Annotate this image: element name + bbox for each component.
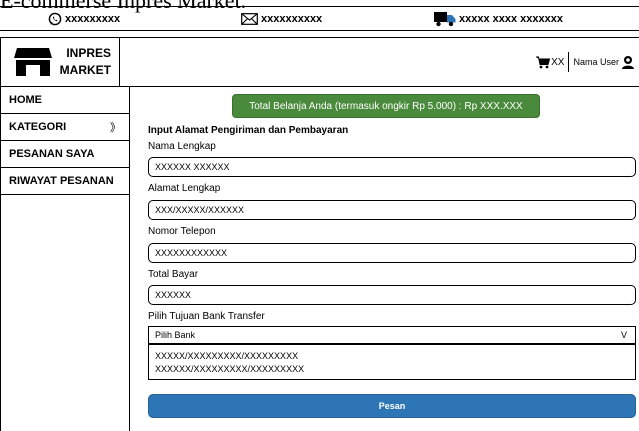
username[interactable]: Nama User — [573, 57, 619, 67]
divider — [568, 52, 570, 72]
store-icon — [14, 48, 52, 76]
field-label-alamat: Alamat Lengkap — [148, 183, 221, 194]
alamat-lengkap-input[interactable]: XXX/XXXXX/XXXXXX — [148, 200, 636, 220]
bank-select-value: Pilih Bank — [155, 330, 196, 340]
email-text: xxxxxxxxxx — [261, 12, 323, 25]
logo-text: INPRES MARKET — [59, 45, 111, 79]
logo[interactable]: INPRES MARKET — [0, 38, 120, 86]
bank-option[interactable]: XXXXXX/XXXXXXXXX/XXXXXXXXX — [155, 363, 635, 376]
sidebar-item-label: PESANAN SAYA — [9, 148, 95, 160]
field-label-total: Total Bayar — [148, 269, 199, 280]
contact-bar: xxxxxxxxx xxxxxxxxxx xxxxx xxxx xxxxxxx — [0, 6, 639, 31]
logo-line1: INPRES — [66, 46, 111, 60]
sidebar-item-label: HOME — [9, 94, 42, 106]
envelope-icon — [241, 12, 258, 25]
sidebar-item-riwayat-pesanan[interactable]: RIWAYAT PESANAN — [1, 168, 129, 195]
form-title: Input Alamat Pengiriman dan Pembayaran — [148, 125, 349, 136]
field-label-bank: Pilih Tujuan Bank Transfer — [148, 311, 265, 322]
bank-select[interactable]: Pilih Bank V — [148, 326, 636, 344]
input-value: XXXXXX — [155, 290, 192, 300]
input-value: XXXXXX XXXXXX — [155, 162, 230, 172]
user-icon[interactable] — [621, 55, 635, 69]
nama-lengkap-input[interactable]: XXXXXX XXXXXX — [148, 157, 636, 177]
whatsapp-icon — [48, 12, 62, 25]
total-banner: Total Belanja Anda (termasuk ongkir Rp 5… — [232, 94, 540, 118]
bank-option[interactable]: XXXXX/XXXXXXXXX/XXXXXXXXX — [155, 350, 635, 363]
sidebar-item-kategori[interactable]: KATEGORI 》 — [1, 114, 129, 141]
bank-options-list: XXXXX/XXXXXXXXX/XXXXXXXXX XXXXXX/XXXXXXX… — [148, 344, 636, 380]
nomor-telepon-input[interactable]: XXXXXXXXXXXX — [148, 243, 636, 263]
truck-icon — [434, 11, 456, 26]
site-header: INPRES MARKET XX Nama User — [0, 37, 639, 87]
cart-icon[interactable] — [536, 56, 551, 69]
phone-text: xxxxxxxxx — [65, 12, 121, 25]
address-contact: xxxxx xxxx xxxxxxx — [434, 7, 563, 30]
cart-count: XX — [551, 56, 565, 68]
field-label-telepon: Nomor Telepon — [148, 226, 216, 237]
field-label-nama: Nama Lengkap — [148, 141, 216, 152]
logo-line2: MARKET — [59, 63, 111, 77]
user-area: XX Nama User — [536, 52, 635, 72]
pesan-button[interactable]: Pesan — [148, 394, 636, 418]
input-value: XXX/XXXXX/XXXXXX — [155, 205, 245, 215]
input-value: XXXXXXXXXXXX — [155, 248, 228, 258]
phone-contact: xxxxxxxxx — [48, 7, 120, 30]
chevron-down-icon: V — [620, 330, 627, 340]
sidebar-item-label: RIWAYAT PESANAN — [9, 175, 114, 187]
email-contact: xxxxxxxxxx — [241, 7, 322, 30]
total-bayar-input[interactable]: XXXXXX — [148, 285, 636, 305]
sidebar-item-label: KATEGORI — [9, 121, 67, 133]
address-text: xxxxx xxxx xxxxxxx — [459, 12, 563, 25]
sidebar-nav: HOME KATEGORI 》 PESANAN SAYA RIWAYAT PES… — [0, 87, 130, 431]
chevron-right-icon: 》 — [110, 122, 121, 134]
sidebar-item-pesanan-saya[interactable]: PESANAN SAYA — [1, 141, 129, 168]
sidebar-item-home[interactable]: HOME — [1, 87, 129, 114]
